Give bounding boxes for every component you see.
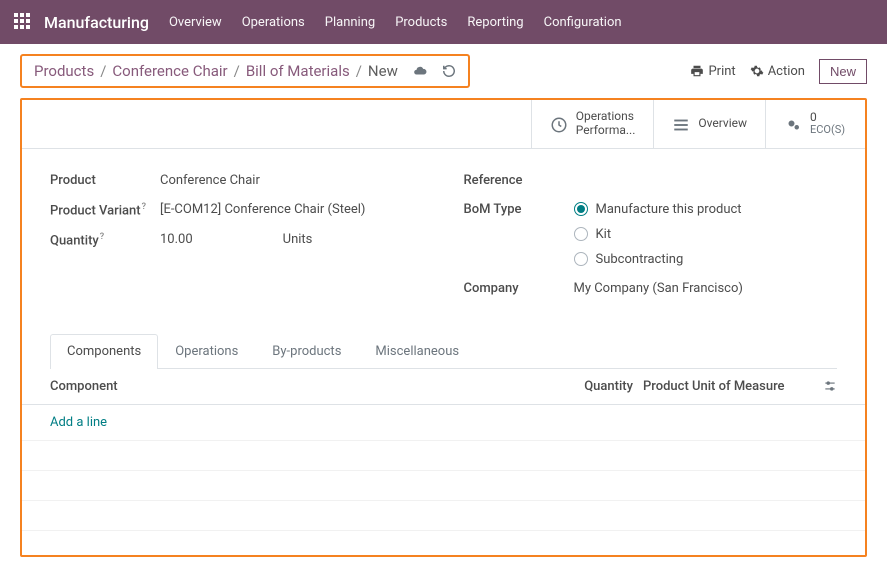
label-company: Company [464, 281, 574, 296]
form-sheet: Operations Performa... Overview 0 ECO(S)… [20, 98, 867, 557]
label-reference: Reference [464, 173, 574, 188]
form-body: Product Conference Chair Product Variant… [22, 149, 865, 326]
field-quantity-unit[interactable]: Units [283, 232, 313, 247]
print-button[interactable]: Print [690, 64, 735, 79]
stat-label: ECO(S) [810, 124, 845, 137]
menu-planning[interactable]: Planning [325, 15, 375, 30]
app-title: Manufacturing [44, 13, 149, 32]
empty-row [22, 441, 865, 471]
top-navbar: Manufacturing Overview Operations Planni… [0, 0, 887, 44]
radio-manufacture[interactable]: Manufacture this product [574, 202, 838, 217]
stat-overview[interactable]: Overview [653, 100, 765, 148]
stat-count: 0 [810, 111, 845, 125]
tab-components[interactable]: Components [50, 334, 158, 369]
list-icon [672, 114, 690, 134]
control-bar: Products / Conference Chair / Bill of Ma… [0, 44, 887, 98]
breadcrumb-current: New [368, 62, 398, 80]
breadcrumb-conference-chair[interactable]: Conference Chair [112, 62, 227, 80]
menu-reporting[interactable]: Reporting [467, 15, 523, 30]
field-product-variant[interactable]: [E-COM12] Conference Chair (Steel) [160, 202, 424, 217]
save-cloud-icon[interactable] [412, 64, 428, 79]
stat-eco[interactable]: 0 ECO(S) [765, 100, 865, 148]
label-bom-type: BoM Type [464, 202, 574, 217]
gear-icon [750, 64, 764, 78]
grid-body: Add a line [22, 405, 865, 555]
label-product-variant: Product Variant? [50, 202, 160, 218]
menu-overview[interactable]: Overview [169, 15, 222, 30]
breadcrumb-sep: / [100, 62, 106, 80]
add-line-link[interactable]: Add a line [22, 405, 865, 441]
print-icon [690, 64, 704, 78]
discard-icon[interactable] [442, 64, 456, 79]
notebook-tabs: Components Operations By-products Miscel… [50, 334, 837, 369]
top-menu: Overview Operations Planning Products Re… [169, 15, 622, 30]
gears-icon [784, 114, 802, 134]
tab-operations[interactable]: Operations [158, 334, 255, 368]
breadcrumb-products[interactable]: Products [34, 62, 94, 80]
apps-icon[interactable] [14, 13, 32, 31]
radio-icon [574, 252, 588, 266]
label-product: Product [50, 173, 160, 188]
field-quantity[interactable]: 10.00 [160, 232, 193, 247]
breadcrumb-sep: / [356, 62, 362, 80]
radio-subcontracting[interactable]: Subcontracting [574, 252, 838, 267]
tab-by-products[interactable]: By-products [255, 334, 358, 368]
breadcrumb: Products / Conference Chair / Bill of Ma… [20, 54, 470, 88]
stat-label: Overview [698, 117, 747, 131]
new-button[interactable]: New [819, 59, 867, 84]
stat-label: Operations [576, 110, 636, 124]
field-company[interactable]: My Company (San Francisco) [574, 281, 838, 296]
radio-kit[interactable]: Kit [574, 227, 838, 242]
bom-type-radios: Manufacture this product Kit Subcontract… [574, 202, 838, 267]
col-component[interactable]: Component [50, 379, 563, 394]
col-uom[interactable]: Product Unit of Measure [633, 379, 813, 394]
empty-row [22, 501, 865, 531]
radio-icon [574, 202, 588, 216]
radio-icon [574, 227, 588, 241]
clock-icon [550, 114, 568, 134]
menu-operations[interactable]: Operations [242, 15, 305, 30]
grid-header: Component Quantity Product Unit of Measu… [22, 369, 865, 405]
label-quantity: Quantity? [50, 232, 160, 248]
stat-operations-performance[interactable]: Operations Performa... [531, 100, 654, 148]
col-quantity[interactable]: Quantity [563, 379, 633, 394]
breadcrumb-bom[interactable]: Bill of Materials [246, 62, 350, 80]
stat-label: Performa... [576, 124, 636, 138]
stat-buttons: Operations Performa... Overview 0 ECO(S) [22, 100, 865, 149]
menu-configuration[interactable]: Configuration [544, 15, 622, 30]
optional-columns-icon[interactable] [813, 379, 837, 394]
breadcrumb-sep: / [234, 62, 240, 80]
action-button[interactable]: Action [750, 64, 805, 79]
tab-miscellaneous[interactable]: Miscellaneous [358, 334, 476, 368]
empty-row [22, 471, 865, 501]
field-product[interactable]: Conference Chair [160, 173, 424, 188]
menu-products[interactable]: Products [395, 15, 447, 30]
